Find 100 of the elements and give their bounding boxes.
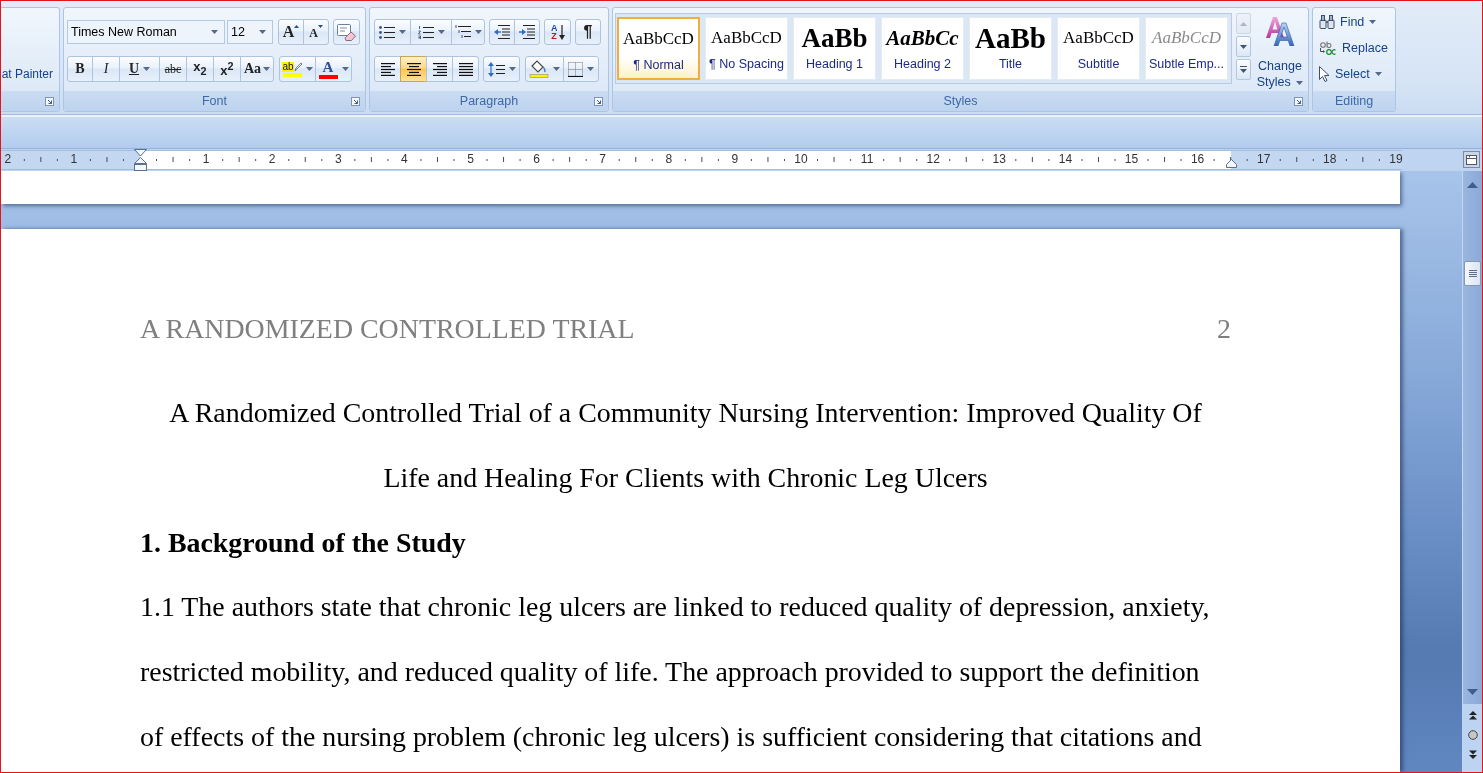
ruler-number: 8 [665, 151, 673, 168]
style-gallery-item[interactable]: AaBb Heading 1 [793, 17, 876, 80]
gallery-more-button[interactable] [1236, 59, 1251, 80]
decrease-indent-button[interactable] [489, 19, 515, 45]
eraser-icon [337, 23, 356, 41]
subscript-button[interactable]: x$_{2}$ [186, 56, 214, 82]
multilevel-list-button[interactable] [451, 19, 485, 45]
launcher-icon[interactable] [351, 97, 360, 106]
find-button[interactable]: Find [1317, 10, 1379, 34]
font-color-button[interactable]: A [315, 56, 352, 82]
style-preview-text: AaBbCcD [711, 27, 782, 49]
body-paragraph: 1.1 The authors state that chronic leg ulcers are linked to reduced quality of depression, anxiety, restricted mobility, and reduced quality of life. The approach provided to support the definition of effects of the nursing problem (chronic leg ulcers) is sufficient considering that citations and [140, 590, 1211, 754]
align-button[interactable] [426, 56, 453, 82]
caret-icon [305, 67, 313, 71]
style-gallery-item[interactable]: AaBbCcD ¶ No Spacing [705, 17, 788, 80]
align-left-icon [379, 62, 396, 76]
caret-icon [1296, 80, 1304, 85]
style-preview-text: AaBbCcD [1063, 27, 1134, 49]
circle-icon[interactable] [1467, 730, 1478, 740]
ruler-number: 4 [401, 151, 408, 168]
strikethrough-button[interactable]: abc [159, 56, 187, 82]
paint-bucket-icon [529, 60, 549, 78]
style-gallery-item[interactable]: AaBbCc Heading 2 [881, 17, 964, 80]
bold-button[interactable]: B [67, 56, 93, 82]
align-button[interactable] [452, 56, 479, 82]
horizontal-ruler[interactable]: 2 1 1 2 3 4 5 6 7 8 9 10 11 12 13 14 15 16 17 18 19 [1, 150, 1402, 170]
style-gallery-item[interactable]: AaBb Title [969, 17, 1052, 80]
line-spacing-button[interactable] [483, 56, 520, 82]
replace-icon [1319, 40, 1337, 56]
ruler-number: 16 [1190, 151, 1205, 168]
clear-formatting-button[interactable] [333, 19, 360, 45]
shrink-font-button[interactable]: A [303, 19, 329, 45]
numbered-list-icon [417, 25, 434, 39]
view-ruler-icon[interactable] [1463, 151, 1480, 168]
scrollbar-thumb[interactable] [1464, 261, 1481, 286]
launcher-icon[interactable] [45, 97, 54, 106]
show-formatting-button[interactable]: ¶ [575, 19, 601, 45]
ruler-number: 6 [533, 151, 540, 168]
caret-icon [508, 67, 516, 71]
ruler-number: 2 [268, 151, 276, 168]
borders-button[interactable] [563, 56, 599, 82]
double-down-arrow-icon[interactable] [1468, 750, 1477, 759]
section-heading: 1. Background of the Study [140, 525, 467, 560]
launcher-icon[interactable] [594, 97, 603, 106]
ruler-number: 19 [1389, 151, 1403, 168]
align-center-icon [405, 62, 422, 76]
decrease-indent-icon [494, 25, 510, 39]
ruler-number: 1 [70, 151, 78, 168]
indent-marker-icon[interactable] [1226, 159, 1237, 168]
swatch-icon [318, 74, 338, 79]
style-gallery-item[interactable]: AaBbCcD ¶ Normal [617, 17, 700, 80]
cursor-icon [1319, 66, 1330, 82]
double-up-arrow-icon[interactable] [1468, 711, 1477, 720]
replace-button[interactable]: Replace [1317, 36, 1390, 60]
group-label: Styles [943, 93, 978, 109]
launcher-icon[interactable] [1294, 97, 1303, 106]
style-preview-text: AaBbCc [886, 25, 959, 52]
style-gallery-item[interactable]: AaBbCcD Subtitle [1057, 17, 1140, 80]
sort-button[interactable]: A Z [544, 19, 571, 45]
caret-icon [317, 25, 323, 28]
swatch-icon [282, 72, 302, 77]
scroll-down-icon[interactable] [1467, 689, 1478, 695]
borders-icon [568, 61, 583, 77]
bulleted-list-icon [379, 25, 395, 39]
arrow-down-icon [559, 24, 565, 40]
gallery-down-button[interactable] [1236, 36, 1251, 57]
increase-indent-button[interactable] [514, 19, 540, 45]
align-button[interactable] [374, 56, 401, 82]
indent-marker-icon[interactable] [134, 149, 147, 171]
style-preview-text: AaBb [801, 22, 868, 55]
caret-icon [259, 30, 266, 34]
style-gallery-item[interactable]: AaBbCcD Subtle Emp... [1145, 17, 1228, 80]
font-name-combobox[interactable]: Times New Roman [67, 20, 225, 44]
bullets-button[interactable] [374, 19, 411, 45]
change-styles-button[interactable]: Change Styles [1253, 13, 1307, 90]
group-label: Editing [1334, 93, 1374, 109]
align-button[interactable] [400, 56, 427, 82]
vertical-scrollbar[interactable] [1462, 171, 1482, 772]
more-icon [1240, 66, 1247, 73]
select-button[interactable]: Select [1317, 62, 1384, 86]
change-case-button[interactable]: Aa [240, 56, 274, 82]
italic-button[interactable]: I [92, 56, 120, 82]
style-preview-text: AaBbCcD [1152, 27, 1221, 49]
font-size-combobox[interactable]: 12 [227, 20, 273, 44]
numbering-button[interactable] [410, 19, 452, 45]
caret-icon [211, 30, 218, 34]
caret-up-icon [294, 25, 300, 28]
shading-button[interactable] [525, 56, 564, 82]
ruler-number: 1 [202, 151, 210, 168]
caret-up-icon [1240, 21, 1247, 26]
highlight-button[interactable]: ab [279, 56, 316, 82]
scroll-up-icon[interactable] [1467, 182, 1478, 188]
superscript-button[interactable]: x$^{2}$ [213, 56, 241, 82]
style-preview-text: AaBb [975, 21, 1046, 56]
ruler-number: 9 [731, 151, 739, 168]
line-spacing-icon [487, 61, 505, 77]
grow-font-button[interactable]: A [278, 19, 304, 45]
ruler-number: 7 [599, 151, 607, 168]
painter-button[interactable]: at Painter [1, 67, 53, 81]
underline-button[interactable]: U [119, 56, 160, 82]
